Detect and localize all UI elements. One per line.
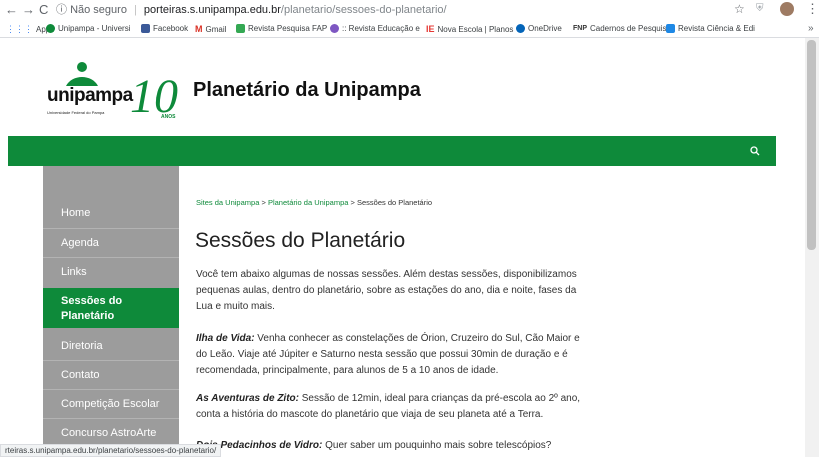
- anniversary-label: ANOS: [161, 114, 176, 120]
- nav-bar: [8, 136, 776, 166]
- bookmark-onedrive[interactable]: OneDrive: [516, 24, 562, 33]
- sidebar-item-label: Competição Escolar: [61, 398, 160, 410]
- bookmark-label: Nova Escola | Planos: [437, 24, 514, 34]
- bookmark-label: Revista Pesquisa FAP: [248, 24, 328, 33]
- facebook-icon: [141, 24, 150, 33]
- cadernos-icon: FNP: [573, 25, 587, 32]
- browser-menu-icon[interactable]: ⋮: [806, 1, 819, 17]
- apps-grid-icon: ⋮⋮⋮: [6, 24, 33, 34]
- bookmark-label: OneDrive: [528, 24, 562, 33]
- session-name: Ilha de Vida:: [196, 333, 255, 344]
- breadcrumb-link-planetario[interactable]: Planetário da Unipampa: [268, 198, 348, 207]
- forward-arrow-icon[interactable]: →: [22, 2, 35, 18]
- scrollbar-thumb[interactable]: [807, 40, 816, 250]
- sidebar-item-label: Concurso AstroArte: [61, 427, 157, 439]
- bookmark-cadernos[interactable]: FNP Cadernos de Pesquis: [573, 24, 667, 33]
- bookmark-label: :: Revista Educação e: [342, 24, 420, 33]
- sidebar-item-label: Contato: [61, 369, 100, 381]
- revista-ciencia-icon: [666, 24, 675, 33]
- search-icon: [750, 146, 760, 156]
- session-name: As Aventuras de Zito:: [196, 393, 299, 404]
- info-icon[interactable]: ⓘ: [56, 4, 67, 16]
- intro-paragraph: Você tem abaixo algumas de nossas sessõe…: [196, 269, 577, 312]
- bookmark-facebook[interactable]: Facebook: [141, 24, 188, 33]
- bookmark-nova-escola[interactable]: IE Nova Escola | Planos: [426, 24, 513, 34]
- back-arrow-icon[interactable]: ←: [5, 2, 18, 18]
- sidebar-item-label: Agenda: [61, 237, 99, 249]
- session-dois-pedacinhos: Dois Pedacinhos de Vidro: Quer saber um …: [196, 438, 586, 454]
- breadcrumb-separator: >: [350, 198, 355, 207]
- breadcrumb: Sites da Unipampa > Planetário da Unipam…: [196, 198, 432, 207]
- profile-avatar[interactable]: [780, 2, 794, 16]
- sidebar-item-astroarte[interactable]: Concurso AstroArte: [43, 419, 179, 447]
- session-ilha-de-vida: Ilha de Vida: Venha conhecer as constela…: [196, 331, 586, 379]
- breadcrumb-current: Sessões do Planetário: [357, 198, 433, 207]
- more-bookmarks-icon[interactable]: »: [808, 23, 814, 34]
- breadcrumb-separator: >: [261, 198, 266, 207]
- url-path: /planetario/sessoes-do-planetario/: [280, 4, 447, 16]
- ten-years-logo: 10 ANOS: [130, 70, 178, 122]
- sidebar-item-label: Diretoria: [61, 340, 103, 352]
- sidebar-item-label: Home: [61, 207, 91, 219]
- session-description: Quer saber um pouquinho mais sobre teles…: [322, 440, 552, 451]
- session-aventuras-zito: As Aventuras de Zito: Sessão de 12min, i…: [196, 391, 586, 423]
- revista-educacao-icon: [330, 24, 339, 33]
- reload-icon[interactable]: C: [39, 2, 48, 18]
- sidebar-item-competicao[interactable]: Competição Escolar: [43, 390, 179, 418]
- sidebar-item-links[interactable]: Links: [43, 258, 179, 286]
- bookmark-revista-ciencia[interactable]: Revista Ciência & Edi: [666, 24, 755, 33]
- extension-icon[interactable]: ⛨: [756, 3, 764, 14]
- logo-subtitle: Universidade Federal do Pampa: [47, 110, 105, 115]
- bookmark-label: Gmail: [205, 24, 227, 34]
- search-button[interactable]: [740, 136, 770, 166]
- bookmark-label: Unipampa - Universi: [58, 24, 131, 33]
- onedrive-icon: [516, 24, 525, 33]
- bookmark-revista-educacao[interactable]: :: Revista Educação e: [330, 24, 420, 33]
- unipampa-logo[interactable]: unipampa: [47, 85, 133, 107]
- sidebar-item-home[interactable]: Home: [43, 199, 179, 227]
- status-bar-url: rteiras.s.unipampa.edu.br/planetario/ses…: [0, 444, 222, 457]
- browser-toolbar: ← → C ⓘ Não seguro | porteiras.s.unipamp…: [0, 0, 819, 20]
- revista-fap-icon: [236, 24, 245, 33]
- sidebar-item-contato[interactable]: Contato: [43, 361, 179, 389]
- unipampa-favicon-icon: [46, 24, 55, 33]
- sidebar-item-diretoria[interactable]: Diretoria: [43, 332, 179, 360]
- bookmark-label: Facebook: [153, 24, 189, 33]
- bookmark-star-icon[interactable]: ☆: [734, 2, 745, 16]
- bookmark-label: Cadernos de Pesquis: [590, 24, 667, 33]
- site-title[interactable]: Planetário da Unipampa: [193, 79, 421, 102]
- page-title: Sessões do Planetário: [195, 229, 406, 252]
- bookmark-label: Revista Ciência & Edi: [678, 24, 755, 33]
- sidebar: Home Agenda Links Sessões do Planetário …: [43, 166, 179, 457]
- nova-escola-icon: IE: [426, 24, 435, 34]
- bookmarks-bar: ⋮⋮⋮ Apps Unipampa - Universi Facebook M …: [0, 20, 819, 38]
- url-host: porteiras.s.unipampa.edu.br: [143, 4, 281, 16]
- sidebar-item-label: Links: [61, 266, 87, 278]
- gmail-icon: M: [195, 24, 203, 34]
- address-bar[interactable]: ⓘ Não seguro | porteiras.s.unipampa.edu.…: [56, 1, 746, 19]
- security-label: Não seguro: [70, 4, 127, 16]
- bookmark-gmail[interactable]: M Gmail: [195, 24, 226, 34]
- session-description: Venha conhecer as constelações de Órion,…: [196, 333, 580, 376]
- sidebar-item-agenda[interactable]: Agenda: [43, 229, 179, 257]
- bookmark-unipampa[interactable]: Unipampa - Universi: [46, 24, 130, 33]
- breadcrumb-link-sites[interactable]: Sites da Unipampa: [196, 198, 259, 207]
- sidebar-item-label: Sessões do Planetário: [61, 295, 123, 322]
- bookmark-revista-fap[interactable]: Revista Pesquisa FAP: [236, 24, 327, 33]
- sidebar-item-sessoes[interactable]: Sessões do Planetário: [43, 288, 179, 328]
- url-separator: |: [134, 4, 137, 16]
